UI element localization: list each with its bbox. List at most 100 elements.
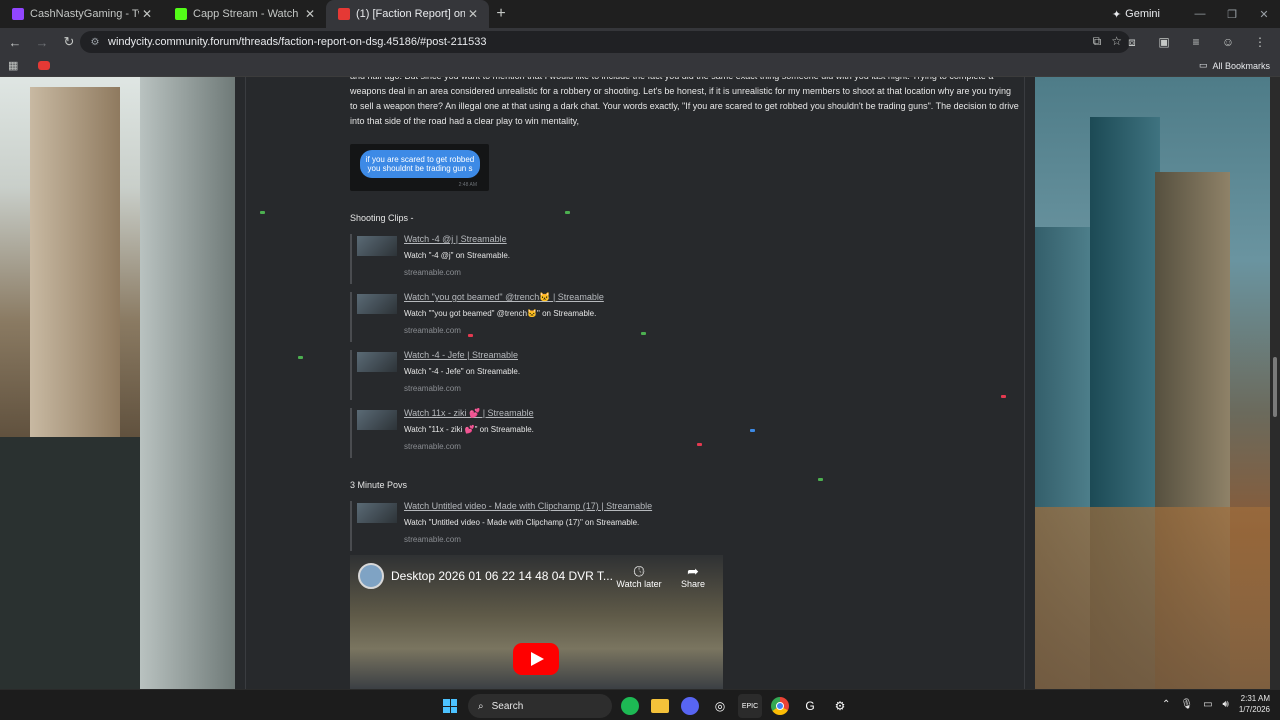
clip-link[interactable]: Watch -4 @j | Streamable: [404, 234, 507, 244]
divider: [1024, 77, 1025, 689]
clip-link[interactable]: Watch -4 - Jefe | Streamable: [404, 350, 518, 360]
clip-domain: streamable.com: [404, 326, 461, 335]
youtube-bookmark-icon[interactable]: [38, 61, 50, 70]
steam-icon[interactable]: ⚙: [828, 694, 852, 718]
page-viewport: and half ago. But since you want to ment…: [0, 77, 1280, 689]
tab-forum[interactable]: (1) [Faction Report] on DSG | W ✕: [326, 0, 489, 28]
search-icon: ⌕: [478, 700, 484, 712]
clip-link[interactable]: Watch 11x - ziki 💕 | Streamable: [404, 408, 534, 419]
channel-avatar[interactable]: [358, 563, 384, 589]
discord-icon[interactable]: [681, 697, 699, 715]
video-title[interactable]: Desktop 2026 01 06 22 14 48 04 DVR T...: [391, 569, 613, 583]
clip-thumbnail[interactable]: [357, 352, 397, 372]
time-text: 2:31 AM: [1240, 694, 1270, 703]
youtube-embed[interactable]: Desktop 2026 01 06 22 14 48 04 DVR T... …: [350, 555, 723, 689]
kick-icon: [175, 8, 187, 20]
close-icon[interactable]: ✕: [139, 7, 155, 21]
tab-title: (1) [Faction Report] on DSG | W: [356, 8, 465, 20]
date-text: 1/7/2026: [1238, 705, 1270, 714]
all-bookmarks-label: All Bookmarks: [1212, 60, 1270, 71]
windows-taskbar: ⌕ Search ◎ EPIC G ⚙ ⌃ 🎙︎ ▭ 🔊︎ 2:31 AM 1/…: [0, 689, 1280, 720]
clip-thumbnail[interactable]: [357, 503, 397, 523]
minimize-icon[interactable]: —: [1184, 0, 1216, 28]
restore-icon[interactable]: ❐: [1216, 0, 1248, 28]
confetti: [565, 211, 570, 214]
g-hub-icon[interactable]: G: [798, 694, 822, 718]
clip-description: Watch ""you got beamed" @trench🐱" on Str…: [404, 309, 597, 318]
start-button[interactable]: [438, 694, 462, 718]
quote-screenshot[interactable]: if you are scared to get robbed you shou…: [350, 144, 489, 191]
close-icon[interactable]: ✕: [465, 7, 481, 21]
tab-kick[interactable]: Capp Stream - Watch Live on K ✕: [163, 0, 326, 28]
watch-later-button[interactable]: 🕓︎ Watch later: [614, 563, 664, 589]
new-tab-button[interactable]: +: [489, 0, 513, 28]
reload-icon[interactable]: ↻: [57, 30, 81, 54]
clip-link[interactable]: Watch "you got beamed" @trench🐱 | Stream…: [404, 292, 604, 303]
building: [0, 437, 140, 689]
building: [140, 77, 235, 689]
epic-games-icon[interactable]: EPIC: [738, 694, 762, 718]
chat-time: 2:48 AM: [458, 182, 477, 188]
menu-icon[interactable]: ⋮: [1248, 30, 1272, 54]
folder-icon: ▭: [1198, 60, 1208, 70]
clip-link[interactable]: Watch Untitled video - Made with Clipcha…: [404, 501, 652, 511]
chat-bubble: if you are scared to get robbed you shou…: [360, 150, 480, 178]
gemini-button[interactable]: ✦ Gemini: [1104, 5, 1168, 23]
shooting-clips-heading: Shooting Clips -: [350, 213, 414, 223]
install-icon[interactable]: ⧉: [1093, 34, 1102, 49]
url-text[interactable]: windycity.community.forum/threads/factio…: [108, 36, 486, 48]
tab-title: CashNastyGaming - Twitch: [30, 8, 139, 20]
volume-icon[interactable]: 🔊︎: [1223, 699, 1229, 710]
site-info-icon[interactable]: ⚙: [88, 35, 102, 49]
forward-icon[interactable]: →: [30, 30, 54, 54]
overwolf-icon[interactable]: ◎: [708, 694, 732, 718]
clip-description: Watch "Untitled video - Made with Clipch…: [404, 518, 640, 527]
apps-grid-icon[interactable]: ▦: [8, 59, 18, 72]
divider: [245, 77, 246, 689]
clip-thumbnail[interactable]: [357, 294, 397, 314]
twitch-icon: [12, 8, 24, 20]
system-tray: ⌃ 🎙︎ ▭ 🔊︎ 2:31 AM 1/7/2026: [1162, 693, 1270, 715]
scrollbar-thumb[interactable]: [1273, 357, 1277, 417]
back-icon[interactable]: ←: [3, 30, 27, 54]
share-button[interactable]: ➦ Share: [668, 563, 718, 589]
confetti: [298, 356, 303, 359]
clip-description: Watch "-4 - Jefe" on Streamable.: [404, 367, 521, 376]
confetti: [641, 332, 646, 335]
clip-embed: Watch -4 @j | Streamable Watch "-4 @j" o…: [350, 234, 670, 284]
address-bar[interactable]: ⚙ windycity.community.forum/threads/fact…: [80, 31, 1130, 53]
clock[interactable]: 2:31 AM 1/7/2026: [1239, 693, 1270, 715]
confetti: [1001, 395, 1006, 398]
pov-heading: 3 Minute Povs: [350, 480, 408, 490]
close-window-icon[interactable]: ✕: [1248, 0, 1280, 28]
sidepanel-icon[interactable]: ▣: [1152, 30, 1176, 54]
play-button[interactable]: [513, 643, 559, 675]
browser-toolbar: ← → ↻ ⚙ windycity.community.forum/thread…: [0, 28, 1280, 56]
tab-title: Capp Stream - Watch Live on K: [193, 8, 302, 20]
clip-thumbnail[interactable]: [357, 236, 397, 256]
forum-icon: [338, 8, 350, 20]
close-icon[interactable]: ✕: [302, 7, 318, 21]
chevron-up-icon[interactable]: ⌃: [1162, 699, 1170, 710]
network-icon[interactable]: ▭: [1203, 699, 1212, 710]
file-explorer-icon[interactable]: [651, 699, 669, 713]
microphone-icon[interactable]: 🎙︎: [1180, 699, 1193, 710]
clip-domain: streamable.com: [404, 442, 461, 451]
clip-description: Watch "-4 @j" on Streamable.: [404, 251, 510, 260]
tab-strip: CashNastyGaming - Twitch ✕ Capp Stream -…: [0, 0, 1280, 28]
extensions-icon[interactable]: ⧈: [1120, 30, 1144, 54]
post-body: and half ago. But since you want to ment…: [350, 77, 1020, 129]
bookmarks-bar: ▦ ▭ All Bookmarks: [0, 56, 1280, 77]
forum-content-column: and half ago. But since you want to ment…: [235, 77, 1035, 689]
taskbar-search[interactable]: ⌕ Search: [468, 694, 612, 718]
spotify-icon[interactable]: [621, 697, 639, 715]
profile-icon[interactable]: ☺: [1216, 30, 1240, 54]
trees: [1035, 507, 1270, 689]
background-city-right: [1035, 77, 1270, 689]
chrome-icon[interactable]: [768, 694, 792, 718]
tab-twitch[interactable]: CashNastyGaming - Twitch ✕: [0, 0, 163, 28]
page-scrollbar[interactable]: [1270, 77, 1280, 689]
media-icon[interactable]: ≡: [1184, 30, 1208, 54]
clip-thumbnail[interactable]: [357, 410, 397, 430]
all-bookmarks-button[interactable]: ▭ All Bookmarks: [1199, 60, 1270, 71]
